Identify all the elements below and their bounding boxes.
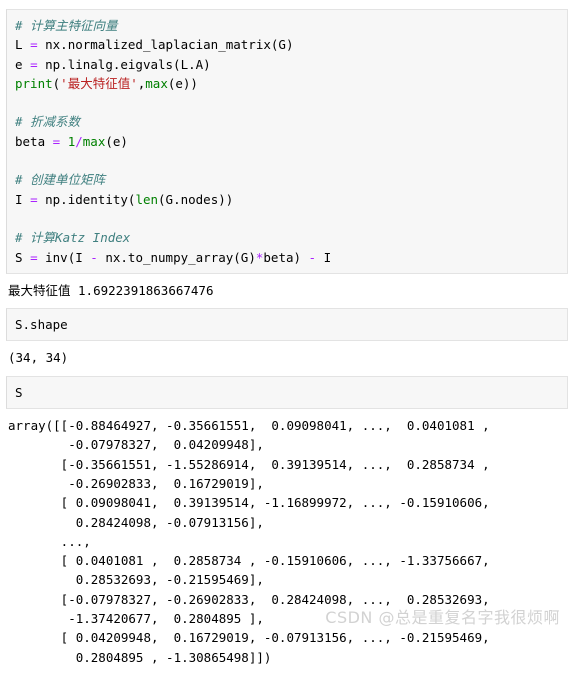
code-token: e bbox=[15, 56, 31, 72]
code-token: = bbox=[30, 249, 38, 265]
code-token: np.identity( bbox=[37, 191, 136, 207]
code-token: (G.nodes)) bbox=[158, 191, 234, 207]
output-text: 最大特征值 1.6922391863667476 bbox=[8, 282, 214, 298]
code-token: nx.to_numpy_array(G) bbox=[97, 249, 256, 265]
code-token: = bbox=[30, 56, 38, 72]
output-text: (34, 34) bbox=[8, 350, 69, 366]
code-token: - bbox=[90, 249, 98, 265]
code-cell-s[interactable]: S bbox=[6, 375, 568, 410]
code-token: = bbox=[30, 191, 38, 207]
code-token: print bbox=[15, 75, 53, 91]
code-cell-shape[interactable]: S.shape bbox=[6, 308, 568, 342]
code-token: L bbox=[15, 37, 31, 53]
code-token: # 计算主特征向量 bbox=[15, 18, 118, 33]
code-token: - bbox=[308, 249, 317, 265]
code-text[interactable]: S.shape bbox=[15, 315, 567, 334]
code-token: I bbox=[15, 191, 31, 207]
code-token: # 计算Katz Index bbox=[15, 230, 131, 246]
code-token: beta bbox=[15, 133, 53, 149]
code-token: beta) bbox=[263, 249, 309, 265]
notebook-cells: # 计算主特征向量 L = nx.normalized_laplacian_ma… bbox=[0, 9, 568, 675]
result-shape: (34, 34) bbox=[8, 341, 568, 375]
code-cell-katz[interactable]: # 计算主特征向量 L = nx.normalized_laplacian_ma… bbox=[6, 9, 568, 274]
code-token: len bbox=[135, 191, 159, 207]
code-token: # 创建单位矩阵 bbox=[15, 172, 106, 188]
code-token: S bbox=[15, 249, 31, 265]
code-token: np.linalg.eigvals(L.A) bbox=[37, 56, 211, 72]
code-token: (e)) bbox=[167, 75, 198, 91]
code-token: I bbox=[316, 249, 332, 265]
stdout-eigenvalue: 最大特征值 1.6922391863667476 bbox=[8, 274, 568, 308]
code-token: (e) bbox=[105, 133, 128, 149]
result-array: array([[-0.88464927, -0.35661551, 0.0909… bbox=[8, 409, 568, 675]
code-token: inv(I bbox=[37, 249, 91, 265]
code-token: max bbox=[82, 133, 106, 149]
code-text[interactable]: S bbox=[15, 383, 567, 402]
code-token: nx.normalized_laplacian_matrix(G) bbox=[37, 37, 294, 53]
code-token: / bbox=[75, 133, 83, 149]
code-token: '最大特征值' bbox=[60, 75, 138, 91]
code-text[interactable]: # 计算主特征向量 L = nx.normalized_laplacian_ma… bbox=[15, 16, 567, 267]
output-text: array([[-0.88464927, -0.35661551, 0.0909… bbox=[8, 418, 490, 665]
code-token: max bbox=[145, 75, 168, 91]
jupyter-notebook: # 计算主特征向量 L = nx.normalized_laplacian_ma… bbox=[0, 0, 568, 675]
code-token: # 折减系数 bbox=[15, 114, 81, 130]
code-token: S bbox=[15, 384, 23, 400]
code-token: = bbox=[30, 37, 38, 53]
code-token: S.shape bbox=[15, 317, 68, 333]
